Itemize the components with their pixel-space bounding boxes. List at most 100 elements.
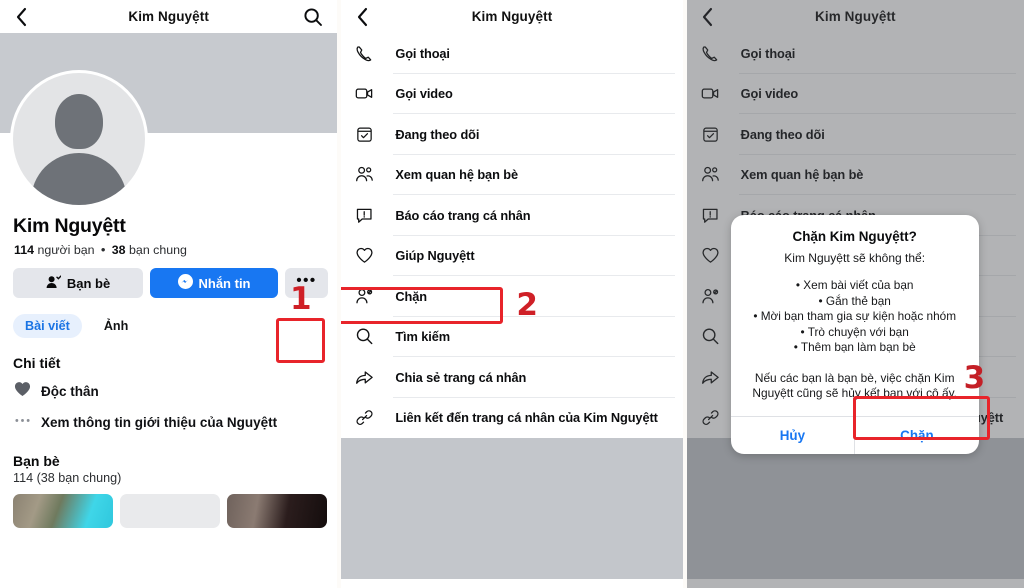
back-icon[interactable] [699, 7, 717, 26]
dialog-note: Nếu các bạn là bạn bè, việc chặn Kim Ngu… [752, 370, 957, 401]
menu-item-label: Liên kết đến trang cá nhân của Kim Nguyệ… [395, 410, 658, 426]
search-icon[interactable] [303, 7, 323, 27]
friend-thumbnail[interactable] [227, 494, 327, 528]
menu-item-video-call[interactable]: Gọi video [687, 74, 1024, 115]
mutual-count: 38 [111, 243, 126, 257]
details-title: Chi tiết [13, 355, 61, 371]
menu-item-label: Giúp Nguyệtt [395, 248, 475, 264]
menu-item-see-friendship[interactable]: Xem quan hệ bạn bè [687, 155, 1024, 196]
page-title: Kim Nguyệtt [815, 9, 896, 24]
menu-item-label: Báo cáo trang cá nhân [395, 207, 531, 223]
link-icon [355, 407, 379, 429]
avatar-body [31, 153, 127, 205]
friend-thumbnail[interactable] [120, 494, 220, 528]
profile-meta: 114 người bạn • 38 bạn chung [0, 238, 337, 257]
menu-item-label: Gọi video [395, 86, 453, 102]
menu-item-voice-call[interactable]: Gọi thoại [341, 33, 682, 74]
report-icon [355, 204, 379, 226]
panel-menu: Kim Nguyệtt Gọi thoại Gọi video Đang the… [341, 0, 683, 588]
phone-icon [355, 42, 379, 64]
detail-see-intro[interactable]: Xem thông tin giới thiệu của Nguyệtt [0, 402, 337, 433]
back-icon[interactable] [12, 7, 30, 26]
detail-relationship-label: Độc thân [41, 384, 99, 399]
menu-item-share-profile[interactable]: Chia sẻ trang cá nhân [341, 357, 682, 398]
menu-header: Kim Nguyệtt [686, 0, 1024, 33]
menu-item-voice-call[interactable]: Gọi thoại [687, 33, 1024, 74]
friend-thumbnails [0, 485, 337, 528]
video-camera-icon [355, 83, 379, 105]
friend-thumbnail[interactable] [13, 494, 113, 528]
dialog-bullet: • Xem bài viết của bạn [795, 278, 914, 292]
report-icon [701, 204, 725, 226]
people-icon [701, 164, 725, 186]
menu-item-label: Xem quan hệ bạn bè [740, 167, 864, 183]
friends-button-label: Bạn bè [66, 275, 111, 291]
dialog-cancel-button[interactable]: Hủy [731, 417, 855, 454]
menu-item-label: Chia sẻ trang cá nhân [395, 369, 527, 385]
friends-count: 114 [14, 243, 34, 257]
share-arrow-icon [355, 366, 379, 388]
message-button-label: Nhắn tin [198, 275, 251, 291]
menu-item-label: Chặn [395, 288, 427, 304]
friends-section-subtitle: 114 (38 bạn chung) [13, 471, 122, 485]
panel-profile: Kim Nguyệtt Kim Nguyệtt 114 người bạn • … [0, 0, 338, 588]
block-confirm-dialog: Chặn Kim Nguyệtt? Kim Nguyệtt sẽ không t… [730, 215, 979, 454]
people-icon [355, 164, 379, 186]
detail-see-intro-label: Xem thông tin giới thiệu của Nguyệtt [41, 415, 278, 430]
annotation-number-3: 3 [963, 360, 986, 396]
friends-section: Bạn bè 114 (38 bạn chung) [0, 433, 337, 485]
menu-item-help[interactable]: Giúp Nguyệtt [341, 236, 682, 277]
shield-heart-icon [701, 245, 725, 267]
link-icon [701, 407, 725, 429]
dialog-subtitle: Kim Nguyệtt sẽ không thể: [784, 251, 926, 265]
menu-item-following[interactable]: Đang theo dõi [687, 114, 1024, 155]
mutual-label: bạn chung [129, 243, 187, 257]
menu-item-label: Gọi video [740, 86, 799, 102]
dialog-bullet: • Gắn thẻ bạn [818, 293, 891, 308]
block-person-icon [355, 285, 379, 307]
dialog-bullet: • Thêm bạn làm bạn bè [793, 340, 916, 354]
back-icon[interactable] [353, 7, 371, 26]
menu-header: Kim Nguyệtt [341, 0, 683, 33]
meta-separator: • [100, 243, 106, 257]
profile-header: Kim Nguyệtt [0, 0, 338, 33]
menu-item-block[interactable]: Chặn [341, 276, 682, 317]
friend-person-icon [46, 274, 62, 292]
friends-label: người bạn [37, 243, 95, 257]
shield-heart-icon [355, 245, 379, 267]
friends-button[interactable]: Bạn bè [13, 268, 143, 298]
message-button[interactable]: Nhắn tin [150, 268, 278, 298]
detail-relationship[interactable]: Độc thân [0, 371, 337, 402]
search-icon [355, 326, 379, 348]
block-person-icon [701, 285, 725, 307]
tab-photos[interactable]: Ảnh [92, 314, 140, 338]
menu-item-label: Xem quan hệ bạn bè [395, 167, 518, 183]
annotation-number-1: 1 [290, 281, 312, 317]
menu-item-label: Đang theo dõi [740, 126, 825, 142]
messenger-icon [177, 274, 193, 292]
profile-actions: Bạn bè Nhắn tin ••• [0, 257, 337, 298]
screenshot-root: Kim Nguyệtt Kim Nguyệtt 114 người bạn • … [0, 0, 1024, 588]
dialog-confirm-button[interactable]: Chặn [855, 417, 979, 454]
page-title: Kim Nguyệtt [471, 9, 553, 24]
ellipsis-icon [14, 412, 31, 433]
video-camera-icon [701, 83, 725, 105]
dialog-bullet-list: • Xem bài viết của bạn • Gắn thẻ bạn • M… [731, 265, 979, 356]
menu-item-label: Gọi thoại [740, 45, 796, 61]
profile-tabs: Bài viết Ảnh [0, 298, 337, 338]
menu-item-following[interactable]: Đang theo dõi [341, 114, 682, 155]
menu-item-see-friendship[interactable]: Xem quan hệ bạn bè [341, 155, 682, 196]
dialog-bullet: • Mời bạn tham gia sự kiện hoặc nhóm [753, 309, 957, 323]
tab-posts[interactable]: Bài viết [13, 314, 82, 338]
menu-item-video-call[interactable]: Gọi video [341, 74, 682, 115]
menu-empty-area [686, 438, 1024, 579]
share-arrow-icon [701, 366, 725, 388]
menu-item-profile-link[interactable]: Liên kết đến trang cá nhân của Kim Nguyệ… [341, 398, 682, 439]
menu-item-report-profile[interactable]: Báo cáo trang cá nhân [341, 195, 682, 236]
dialog-title: Chặn Kim Nguyệtt? [792, 229, 917, 244]
avatar[interactable] [10, 70, 148, 208]
following-check-icon [355, 123, 379, 145]
heart-icon [14, 381, 31, 402]
menu-item-search[interactable]: Tìm kiếm [341, 317, 682, 358]
annotation-number-2: 2 [516, 287, 538, 323]
